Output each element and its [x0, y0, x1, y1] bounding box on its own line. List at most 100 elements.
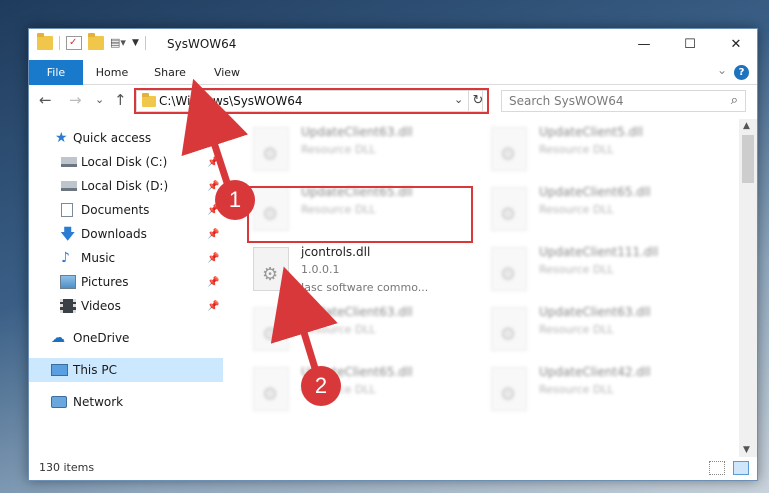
toolbar-dropdown-icon[interactable]: ▼ [132, 38, 139, 48]
tab-share[interactable]: Share [147, 60, 193, 85]
forward-arrow-icon[interactable]: → [69, 91, 82, 109]
pictures-icon [60, 275, 76, 289]
sidebar-item-label: Local Disk (D:) [81, 179, 169, 193]
gear-icon: ⚙ [262, 264, 279, 285]
gear-icon: ⚙ [500, 384, 517, 405]
dll-file-icon: ⚙ [253, 187, 289, 231]
file-list: ⚙ UpdateClient63.dll Resource DLL ⚙ Upda… [241, 119, 739, 457]
file-tile[interactable]: ⚙ UpdateClient63.dll Resource DLL [485, 301, 711, 357]
sidebar-item-local-disk-d[interactable]: Local Disk (D:) 📌 [29, 174, 223, 198]
recent-locations-icon[interactable]: ⌄ [95, 93, 104, 106]
file-name: UpdateClient65.dll [539, 185, 651, 199]
maximize-button[interactable]: ☐ [667, 29, 713, 59]
gear-icon: ⚙ [262, 144, 279, 165]
gear-icon: ⚙ [262, 204, 279, 225]
file-name: UpdateClient65.dll [301, 185, 413, 199]
dll-file-icon: ⚙ [491, 307, 527, 351]
star-icon: ★ [55, 130, 68, 146]
details-view-icon[interactable] [709, 461, 725, 475]
dll-file-icon: ⚙ [253, 247, 289, 291]
address-bar[interactable]: C:\Windows\SysWOW64 ⌄ [136, 90, 483, 112]
sidebar-item-downloads[interactable]: 🡇 Downloads 📌 [29, 222, 223, 246]
computer-icon [51, 364, 68, 376]
up-arrow-icon[interactable]: ↑ [114, 91, 127, 109]
file-type: Resource DLL [539, 263, 614, 276]
file-name: UpdateClient5.dll [539, 125, 643, 139]
customize-toolbar-icon[interactable]: ▤▾ [110, 36, 126, 50]
file-tile[interactable]: ⚙ UpdateClient65.dll Resource DLL [247, 361, 473, 417]
sidebar-item-music[interactable]: ♪ Music 📌 [29, 246, 223, 270]
drive-icon [61, 157, 77, 167]
pin-icon[interactable]: 📌 [207, 277, 219, 288]
search-icon[interactable]: ⌕ [731, 93, 738, 108]
file-type: Resource DLL [301, 323, 376, 336]
file-tile[interactable]: ⚙ UpdateClient63.dll Resource DLL [247, 301, 473, 357]
file-type: Resource DLL [539, 323, 614, 336]
vertical-scrollbar[interactable]: ▲ ▼ [739, 119, 757, 457]
divider [59, 36, 60, 50]
sidebar-item-label: Quick access [73, 131, 152, 145]
scroll-down-icon[interactable]: ▼ [743, 445, 750, 455]
file-tile[interactable]: ⚙ UpdateClient5.dll Resource DLL [485, 121, 711, 177]
tiles-view-icon[interactable] [733, 461, 749, 475]
address-path[interactable]: C:\Windows\SysWOW64 [159, 94, 303, 108]
dll-file-icon: ⚙ [491, 187, 527, 231]
sidebar-item-network[interactable]: Network [29, 390, 223, 414]
pin-icon[interactable]: 📌 [207, 157, 219, 168]
dll-file-icon: ⚙ [491, 247, 527, 291]
pin-icon[interactable]: 📌 [207, 301, 219, 312]
sidebar-item-label: Documents [81, 203, 150, 217]
collapse-ribbon-icon[interactable]: ⌄ [717, 63, 727, 77]
file-name: UpdateClient111.dll [539, 245, 659, 259]
step-badge-1: 1 [215, 180, 255, 220]
sidebar-item-label: Pictures [81, 275, 129, 289]
sidebar-item-onedrive[interactable]: ☁ OneDrive [29, 326, 223, 350]
music-icon: ♪ [61, 250, 70, 266]
window-title: SysWOW64 [167, 37, 237, 51]
explorer-window: ✓ ▤▾ ▼ SysWOW64 — ☐ ✕ File Home Share Vi… [28, 28, 758, 481]
close-button[interactable]: ✕ [713, 29, 759, 59]
file-tile[interactable]: ⚙ UpdateClient63.dll Resource DLL [247, 121, 473, 177]
pin-icon[interactable]: 📌 [207, 229, 219, 240]
tab-file[interactable]: File [29, 60, 83, 85]
network-icon [51, 396, 67, 408]
sidebar-item-documents[interactable]: Documents 📌 [29, 198, 223, 222]
refresh-button[interactable]: ↻ [468, 90, 488, 112]
sidebar-item-quick-access[interactable]: ★ Quick access [29, 126, 223, 150]
sidebar-item-label: This PC [73, 363, 117, 377]
address-dropdown-icon[interactable]: ⌄ [454, 93, 463, 106]
file-name: UpdateClient63.dll [301, 125, 413, 139]
sidebar-item-label: Music [81, 251, 116, 265]
sidebar-item-videos[interactable]: Videos 📌 [29, 294, 223, 318]
tab-view[interactable]: View [205, 60, 249, 85]
divider [144, 36, 146, 50]
sidebar-item-this-pc[interactable]: This PC [29, 358, 223, 382]
quick-access-toolbar: ✓ ▤▾ ▼ [37, 33, 146, 50]
scroll-up-icon[interactable]: ▲ [743, 121, 750, 131]
folder-icon [37, 33, 53, 50]
videos-icon [60, 299, 76, 313]
gear-icon: ⚙ [500, 204, 517, 225]
file-tile[interactable]: ⚙ UpdateClient42.dll Resource DLL [485, 361, 711, 417]
help-icon[interactable]: ? [734, 65, 749, 80]
tab-home[interactable]: Home [87, 60, 137, 85]
file-description: Jasc software commo... [301, 281, 429, 294]
properties-icon[interactable]: ✓ [66, 36, 82, 50]
pin-icon[interactable]: 📌 [207, 253, 219, 264]
step-badge-2: 2 [301, 366, 341, 406]
file-tile[interactable]: ⚙ UpdateClient111.dll Resource DLL [485, 241, 711, 297]
sidebar-item-local-disk-c[interactable]: Local Disk (C:) 📌 [29, 150, 223, 174]
file-tile[interactable]: ⚙ UpdateClient65.dll Resource DLL [247, 181, 473, 237]
new-folder-icon[interactable] [88, 33, 104, 50]
file-tile[interactable]: ⚙ UpdateClient65.dll Resource DLL [485, 181, 711, 237]
file-tile-jcontrols[interactable]: ⚙ jcontrols.dll 1.0.0.1 Jasc software co… [247, 241, 473, 297]
navigation-bar: ← → ⌄ ↑ C:\Windows\SysWOW64 ⌄ ↻ Search S… [29, 85, 757, 118]
back-arrow-icon[interactable]: ← [39, 91, 52, 109]
minimize-button[interactable]: — [621, 29, 667, 59]
sidebar-item-pictures[interactable]: Pictures 📌 [29, 270, 223, 294]
search-box[interactable]: Search SysWOW64 ⌕ [501, 90, 746, 112]
scroll-thumb[interactable] [742, 135, 754, 183]
search-placeholder[interactable]: Search SysWOW64 [509, 94, 623, 108]
sidebar-item-label: Local Disk (C:) [81, 155, 168, 169]
sidebar-item-label: Network [73, 395, 124, 409]
